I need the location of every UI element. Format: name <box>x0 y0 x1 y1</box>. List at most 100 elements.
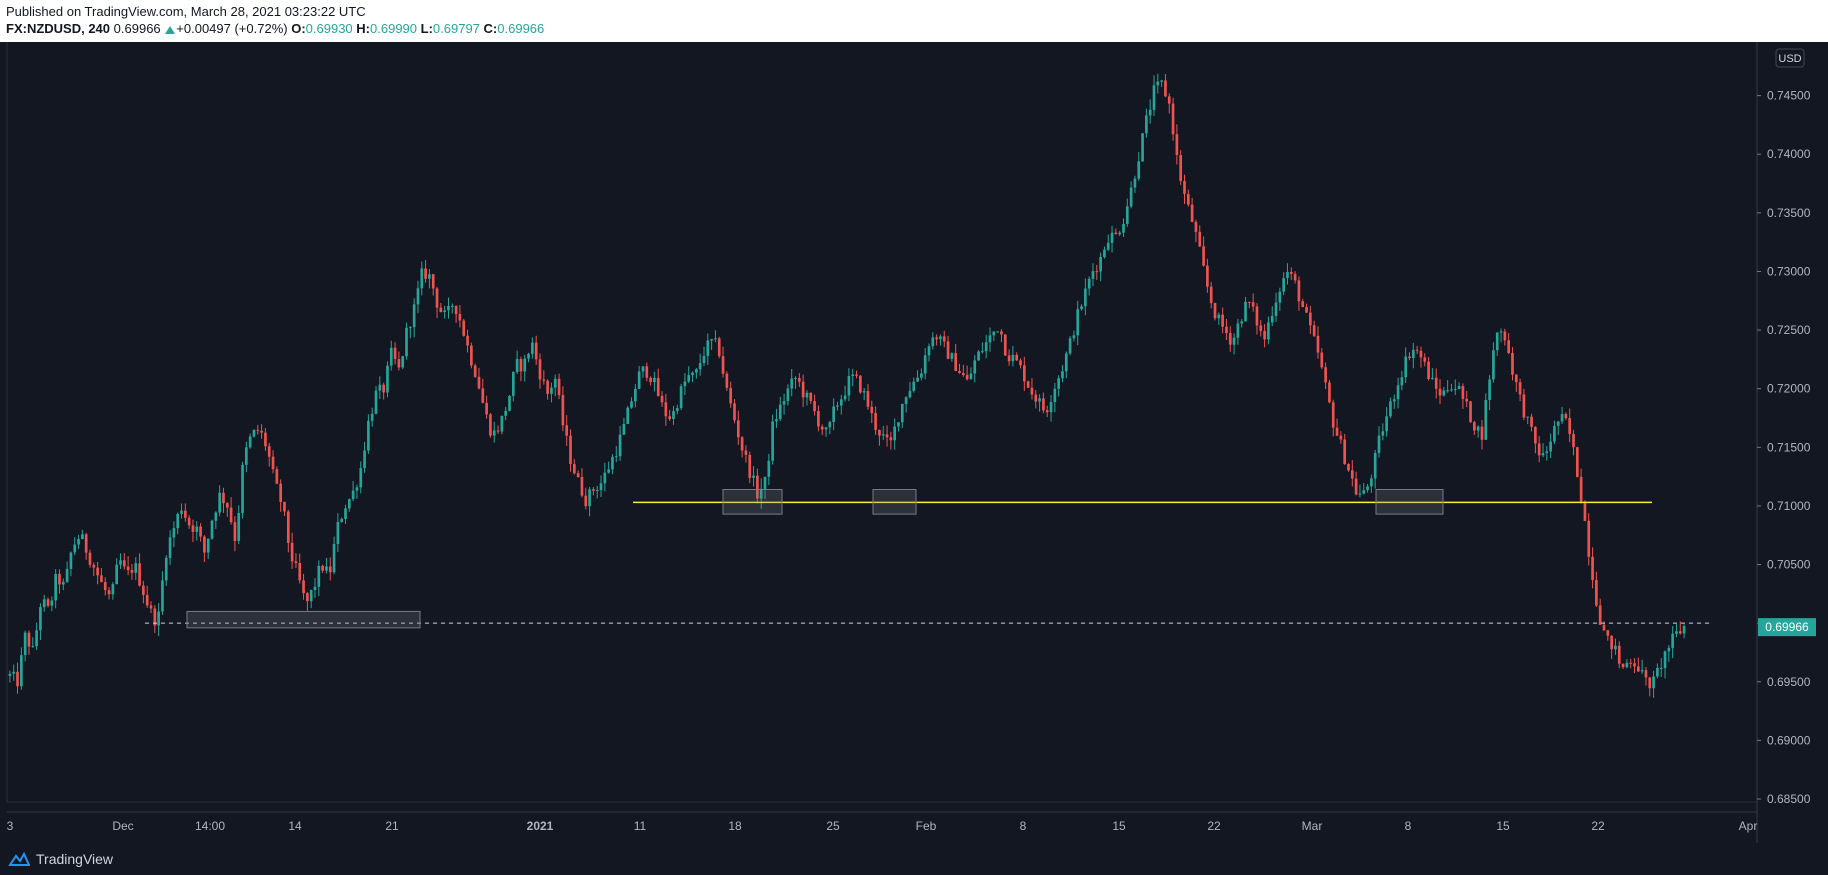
candle-body <box>1591 556 1594 581</box>
candle-body <box>35 630 38 647</box>
candle-body <box>1103 249 1106 258</box>
candle-body <box>920 373 923 378</box>
candle-body <box>1049 402 1053 413</box>
y-tick-label: 0.69000 <box>1767 733 1811 747</box>
candle-body <box>1263 330 1266 340</box>
candle-body <box>855 374 858 376</box>
candle-body <box>1381 431 1385 436</box>
candle-body <box>1617 645 1621 664</box>
candle-body <box>107 590 111 595</box>
candle-body <box>1232 337 1236 345</box>
candle-body <box>1213 303 1217 319</box>
symbol-label[interactable]: FX:NZDUSD, 240 <box>6 21 110 36</box>
candle-body <box>1186 193 1190 205</box>
candle-body <box>1339 435 1343 440</box>
candle-body <box>142 585 145 595</box>
candle-body <box>786 388 790 402</box>
candle-body <box>958 370 961 374</box>
candle-body <box>523 358 527 372</box>
candle-body <box>1145 115 1148 134</box>
candle-body <box>500 415 504 432</box>
candle-body <box>1350 470 1354 479</box>
candle-body <box>210 520 214 539</box>
candle-body <box>115 564 119 585</box>
price-chart[interactable]: 0.75000 0.74500 0.74000 0.73500 0.73000 0.725… <box>0 42 1828 843</box>
candle-body <box>420 268 424 289</box>
x-tick-label: 8 <box>1020 819 1027 833</box>
candle-body <box>1125 206 1129 224</box>
candle-body <box>534 342 538 360</box>
candle-body <box>1366 486 1369 491</box>
candle-body <box>1545 451 1549 454</box>
candle-body <box>77 539 80 545</box>
candle-body <box>431 274 435 289</box>
candle-body <box>870 406 874 414</box>
candle-body <box>1568 418 1572 434</box>
chart-area[interactable]: 0.75000 0.74500 0.74000 0.73500 0.73000 0.725… <box>0 42 1828 843</box>
candle-body <box>328 566 332 573</box>
candle-body <box>569 435 572 465</box>
candle-body <box>340 518 344 522</box>
candle-body <box>1659 667 1663 669</box>
x-tick-label: Mar <box>1302 819 1323 833</box>
candle-body <box>302 580 305 594</box>
candle-body <box>1202 246 1205 266</box>
candle-body <box>359 468 363 488</box>
candle-body <box>401 356 405 368</box>
candle-body <box>1370 478 1373 487</box>
candle-body <box>679 386 683 409</box>
candle-body <box>267 446 271 457</box>
candle-body <box>149 605 153 609</box>
candle-body <box>908 390 912 398</box>
candle-body <box>1331 402 1335 428</box>
candle-body <box>283 501 286 512</box>
candle-body <box>603 472 607 484</box>
candle-body <box>65 568 69 582</box>
candle-body <box>1556 421 1560 426</box>
candle-body <box>988 335 992 343</box>
candle-body <box>1461 386 1465 399</box>
candle-body <box>290 542 294 562</box>
candle-body <box>1007 355 1011 362</box>
candle-body <box>664 402 668 417</box>
candle-body <box>1190 204 1194 222</box>
candle-body <box>1610 635 1613 650</box>
tradingview-logo[interactable]: TradingView <box>8 851 113 867</box>
candle-body <box>527 353 530 359</box>
candle-body <box>1636 666 1640 672</box>
candle-body <box>50 600 54 606</box>
candle-body <box>409 327 412 329</box>
candle-body <box>740 437 744 451</box>
candle-body <box>1255 306 1259 326</box>
candle-body <box>580 477 584 496</box>
published-info: Published on TradingView.com, March 28, … <box>6 4 366 19</box>
candle-body <box>1080 306 1083 310</box>
candle-body <box>538 359 542 380</box>
candle-body <box>1034 394 1038 402</box>
candle-body <box>172 528 176 538</box>
candle-body <box>1488 379 1491 401</box>
candle-body <box>1164 80 1167 97</box>
candle-body <box>1228 333 1232 345</box>
candle-body <box>744 450 748 455</box>
candle-body <box>801 381 805 398</box>
candle-body <box>183 510 187 518</box>
candle-body <box>1248 301 1251 303</box>
candle-body <box>1286 271 1289 279</box>
close-value: 0.69966 <box>497 21 545 36</box>
candle-body <box>1469 401 1472 423</box>
candle-body <box>809 392 813 401</box>
candle-body <box>752 475 755 478</box>
candle-body <box>1434 377 1438 389</box>
candle-body <box>1621 663 1625 668</box>
candle-body <box>119 560 122 565</box>
high-value: 0.69990 <box>370 21 418 36</box>
candle-body <box>1061 371 1064 379</box>
candle-body <box>588 489 591 507</box>
candle-body <box>1392 399 1396 402</box>
candle-body <box>1175 134 1179 155</box>
candle-body <box>1259 325 1263 331</box>
candle-body <box>1614 645 1617 650</box>
candle-body <box>134 563 138 573</box>
candle-body <box>313 586 317 590</box>
